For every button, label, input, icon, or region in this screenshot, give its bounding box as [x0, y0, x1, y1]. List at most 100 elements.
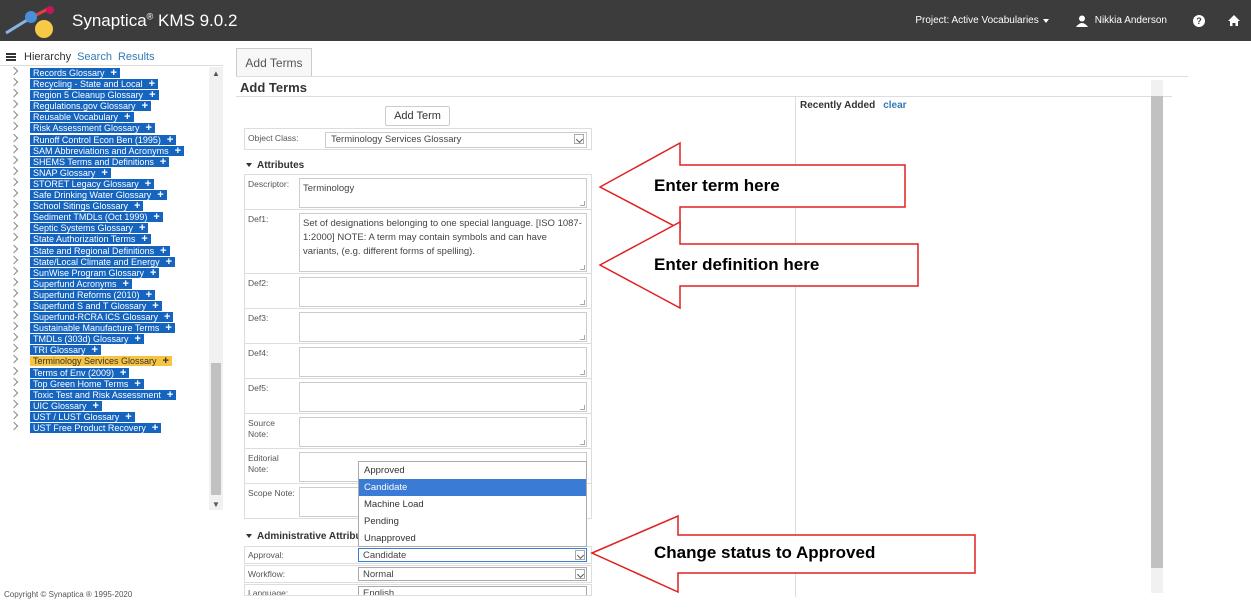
chevron-right-icon[interactable] [9, 388, 19, 397]
add-icon[interactable]: + [145, 178, 151, 189]
tab-add-terms[interactable]: Add Terms [236, 48, 312, 76]
tree-node[interactable]: TRI Glossary + [30, 345, 101, 356]
resize-grip-icon[interactable] [580, 265, 585, 270]
chevron-right-icon[interactable] [9, 166, 19, 176]
tree-scroll-thumb[interactable] [211, 363, 221, 495]
tree-node[interactable]: UST Free Product Recovery + [30, 423, 162, 434]
resize-grip-icon[interactable] [580, 201, 585, 206]
add-icon[interactable]: + [111, 68, 117, 79]
tree-node[interactable]: Sediment TMDLs (Oct 1999) + [30, 212, 163, 223]
tree-node[interactable]: Terms of Env (2009) + [30, 367, 130, 378]
add-icon[interactable]: + [92, 345, 98, 356]
add-icon[interactable]: + [152, 300, 158, 311]
add-icon[interactable]: + [166, 256, 172, 267]
tree-node[interactable]: State/Local Climate and Energy + [30, 256, 176, 267]
add-icon[interactable]: + [124, 112, 130, 123]
project-dropdown[interactable]: Project: Active Vocabularies [915, 15, 1049, 26]
help-icon[interactable]: ? [1193, 14, 1205, 27]
attribute-textarea[interactable] [299, 312, 587, 342]
tree-node[interactable]: Safe Drinking Water Glossary + [30, 190, 167, 201]
tree-node[interactable]: State and Regional Definitions + [30, 245, 170, 256]
add-icon[interactable]: + [164, 312, 170, 323]
tree-node[interactable]: State Authorization Terms + [30, 234, 151, 245]
approval-option[interactable]: Pending [359, 513, 586, 530]
add-icon[interactable]: + [120, 367, 126, 378]
chevron-right-icon[interactable] [9, 233, 19, 242]
tree-node[interactable]: UIC Glossary + [30, 400, 102, 411]
chevron-right-icon[interactable] [9, 88, 19, 98]
main-scrollbar[interactable] [1151, 80, 1163, 593]
chevron-right-icon[interactable] [9, 266, 19, 275]
attribute-textarea[interactable] [299, 277, 587, 307]
chevron-right-icon[interactable] [9, 410, 19, 420]
add-term-button[interactable]: Add Term [385, 106, 450, 126]
chevron-right-icon[interactable] [9, 321, 19, 331]
add-icon[interactable]: + [134, 378, 140, 389]
tab-results[interactable]: Results [118, 51, 155, 63]
add-icon[interactable]: + [142, 101, 148, 112]
add-icon[interactable]: + [160, 156, 166, 167]
resize-grip-icon[interactable] [580, 440, 585, 445]
chevron-right-icon[interactable] [9, 255, 19, 264]
chevron-right-icon[interactable] [9, 355, 19, 364]
language-select[interactable]: English [358, 586, 587, 595]
chevron-right-icon[interactable] [9, 377, 19, 386]
tree-node[interactable]: TMDLs (303d) Glossary + [30, 334, 144, 345]
add-icon[interactable]: + [146, 289, 152, 300]
add-icon[interactable]: + [160, 245, 166, 256]
add-icon[interactable]: + [139, 223, 145, 234]
add-icon[interactable]: + [150, 267, 156, 278]
chevron-right-icon[interactable] [9, 177, 19, 187]
add-icon[interactable]: + [175, 145, 181, 156]
home-icon[interactable] [1227, 14, 1241, 27]
chevron-right-icon[interactable] [9, 310, 19, 320]
add-icon[interactable]: + [146, 123, 152, 134]
user-menu[interactable]: Nikkia Anderson [1075, 15, 1167, 27]
tree-node[interactable]: Region 5 Cleanup Glossary + [30, 90, 159, 101]
attribute-textarea[interactable] [299, 417, 587, 447]
chevron-right-icon[interactable] [9, 133, 19, 142]
tab-hierarchy[interactable]: Hierarchy [24, 51, 71, 63]
add-icon[interactable]: + [165, 323, 171, 334]
attribute-textarea[interactable] [299, 347, 587, 377]
add-icon[interactable]: + [93, 400, 99, 411]
tree-scrollbar[interactable]: ▲ ▼ [209, 67, 223, 510]
chevron-right-icon[interactable] [9, 421, 19, 431]
tree-node[interactable]: Recycling - State and Local + [30, 79, 158, 90]
add-icon[interactable]: + [167, 134, 173, 145]
approval-select[interactable]: Candidate [358, 548, 587, 562]
scroll-down-icon[interactable]: ▼ [212, 500, 220, 509]
chevron-right-icon[interactable] [9, 199, 19, 209]
tree-node[interactable]: Top Green Home Terms + [30, 378, 144, 389]
tree-node[interactable]: Superfund Acronyms + [30, 278, 132, 289]
add-icon[interactable]: + [163, 356, 169, 367]
chevron-right-icon[interactable] [9, 366, 19, 375]
tree-node[interactable]: Runoff Control Econ Ben (1995) + [30, 134, 177, 145]
tree-node[interactable]: School Sitings Glossary + [30, 201, 144, 212]
approval-option[interactable]: Machine Load [359, 496, 586, 513]
add-icon[interactable]: + [135, 334, 141, 345]
add-icon[interactable]: + [123, 278, 129, 289]
tree-node[interactable]: Risk Assessment Glossary + [30, 123, 155, 134]
clear-link[interactable]: clear [883, 100, 906, 111]
tree-node[interactable]: Records Glossary + [30, 68, 120, 79]
synaptica-logo-icon[interactable] [4, 3, 64, 39]
add-icon[interactable]: + [153, 212, 159, 223]
tree-node[interactable]: Septic Systems Glossary + [30, 223, 149, 234]
main-scroll-thumb[interactable] [1151, 96, 1163, 568]
add-icon[interactable]: + [125, 411, 131, 422]
chevron-right-icon[interactable] [9, 111, 19, 120]
chevron-right-icon[interactable] [9, 155, 19, 164]
tree-node[interactable]: SAM Abbreviations and Acronyms + [30, 145, 185, 156]
menu-icon[interactable] [6, 53, 16, 61]
tree-node[interactable]: Terminology Services Glossary + [30, 356, 172, 367]
chevron-right-icon[interactable] [9, 333, 19, 342]
add-icon[interactable]: + [134, 201, 140, 212]
chevron-right-icon[interactable] [9, 144, 19, 153]
add-icon[interactable]: + [157, 190, 163, 201]
approval-option[interactable]: Approved [359, 462, 586, 479]
attributes-header[interactable]: Attributes [246, 160, 304, 171]
resize-grip-icon[interactable] [580, 335, 585, 340]
chevron-right-icon[interactable] [9, 122, 19, 131]
resize-grip-icon[interactable] [580, 300, 585, 305]
